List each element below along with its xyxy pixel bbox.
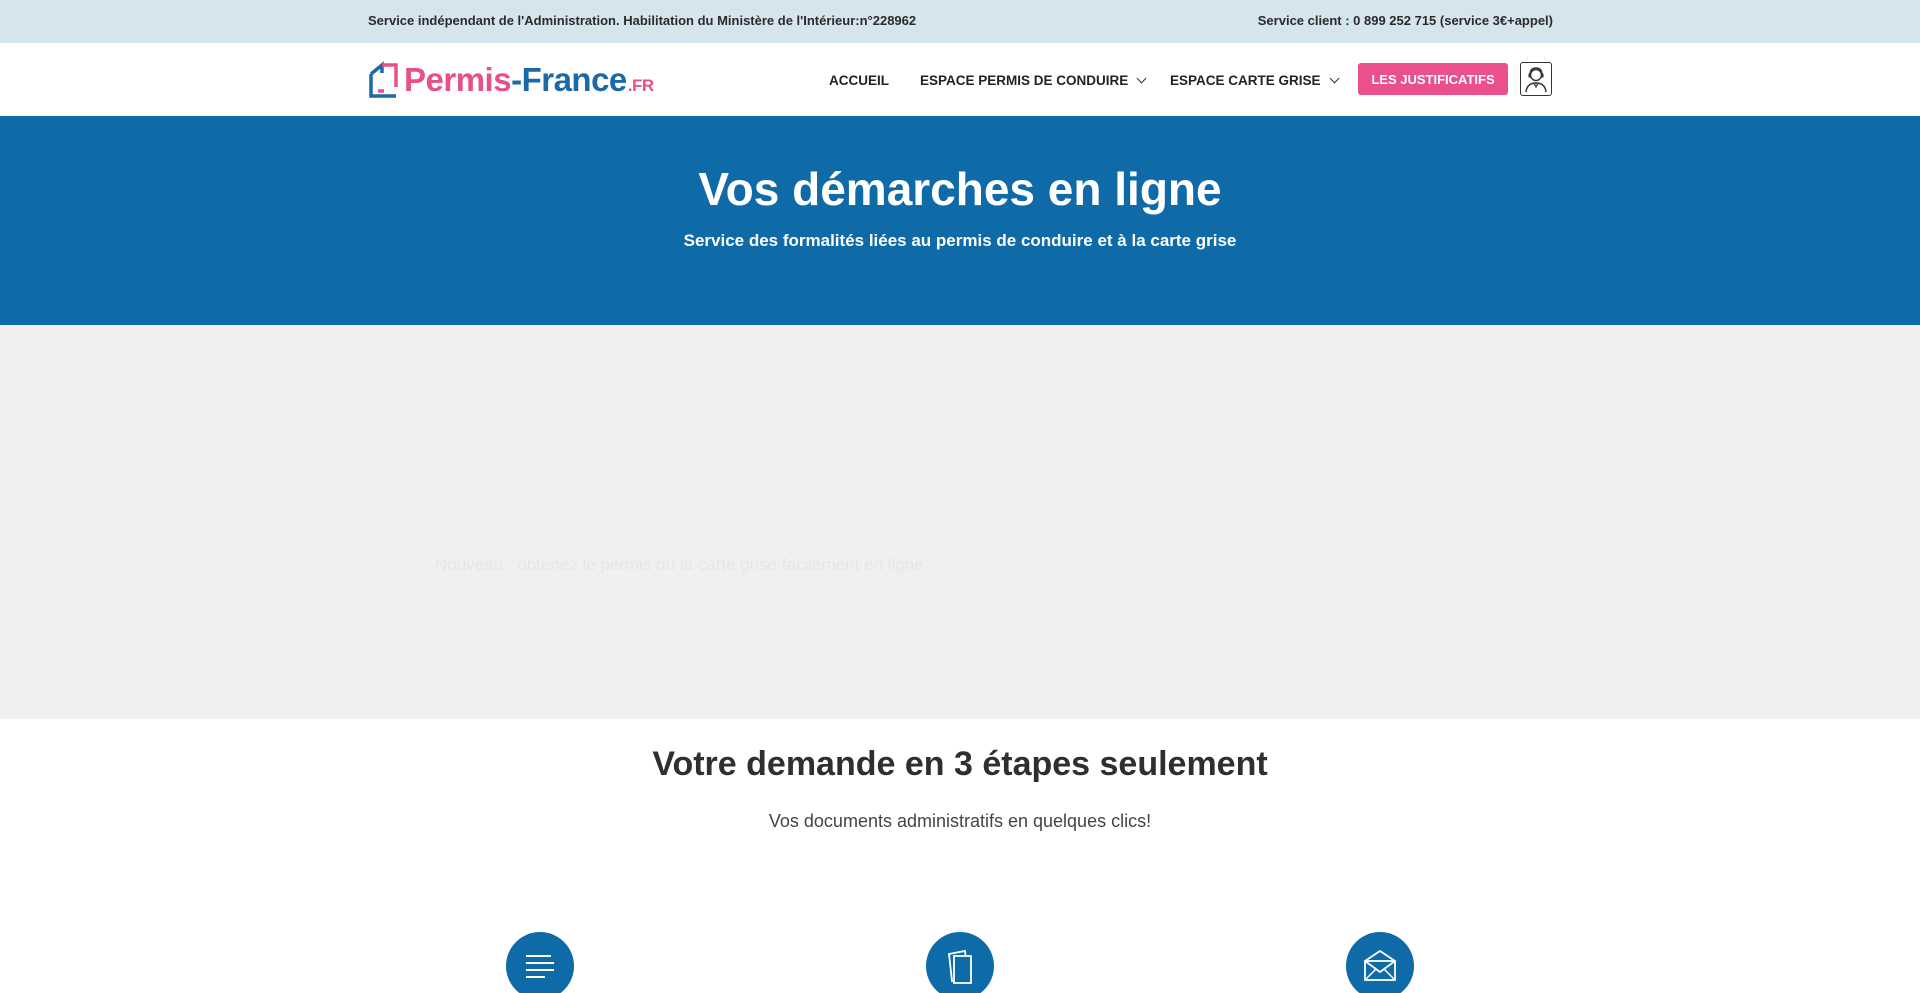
- nav-item-permis-de-conduire[interactable]: ESPACE PERMIS DE CONDUIRE: [920, 68, 1147, 92]
- logo-wordmark: Permis-France.FR: [404, 61, 654, 99]
- content-placeholder-section: Nouveau : obtenez le permis ou la carte …: [0, 325, 1920, 719]
- hero-subtitle: Service des formalités liées au permis d…: [683, 231, 1237, 250]
- account-button[interactable]: [1520, 62, 1552, 96]
- faint-announcement: Nouveau : obtenez le permis ou la carte …: [435, 555, 924, 574]
- nav-item-carte-grise[interactable]: ESPACE CARTE GRISE: [1170, 68, 1339, 92]
- user-support-icon: [1525, 67, 1547, 93]
- hero-title: Vos démarches en ligne: [698, 163, 1222, 215]
- top-info-bar: Service indépendant de l'Administration.…: [0, 0, 1920, 43]
- chevron-down-icon: [1329, 73, 1339, 83]
- steps-subtitle: Vos documents administratifs en quelques…: [768, 811, 1152, 831]
- hero-banner: Vos démarches en ligne Service des forma…: [0, 116, 1920, 325]
- legal-notice: Service indépendant de l'Administration.…: [368, 13, 917, 28]
- customer-service-phone[interactable]: Service client : 0 899 252 715 (service …: [1258, 13, 1553, 28]
- nav-label: ESPACE PERMIS DE CONDUIRE: [920, 72, 1129, 88]
- step-2-circle: [926, 932, 994, 993]
- form-lines-icon: [526, 955, 554, 978]
- documents-icon: [948, 949, 972, 984]
- step-1-circle: [506, 932, 574, 993]
- nav-item-accueil[interactable]: ACCUEIL: [829, 68, 889, 92]
- nav-label: ACCUEIL: [829, 72, 889, 88]
- site-logo[interactable]: Permis-France.FR: [368, 60, 654, 100]
- logo-france: -France: [511, 61, 627, 98]
- site-header: Permis-France.FR ACCUEIL ESPACE PERMIS D…: [0, 43, 1920, 116]
- chevron-down-icon: [1136, 73, 1147, 83]
- logo-brand: Permis: [404, 61, 512, 98]
- logo-tld: .FR: [627, 76, 654, 95]
- step-3-circle: [1346, 932, 1414, 993]
- house-document-icon: [369, 61, 398, 98]
- envelope-icon: [1364, 950, 1396, 981]
- steps-title: Votre demande en 3 étapes seulement: [652, 745, 1268, 783]
- justificatifs-button[interactable]: LES JUSTIFICATIFS: [1358, 63, 1508, 95]
- nav-label: ESPACE CARTE GRISE: [1170, 72, 1321, 88]
